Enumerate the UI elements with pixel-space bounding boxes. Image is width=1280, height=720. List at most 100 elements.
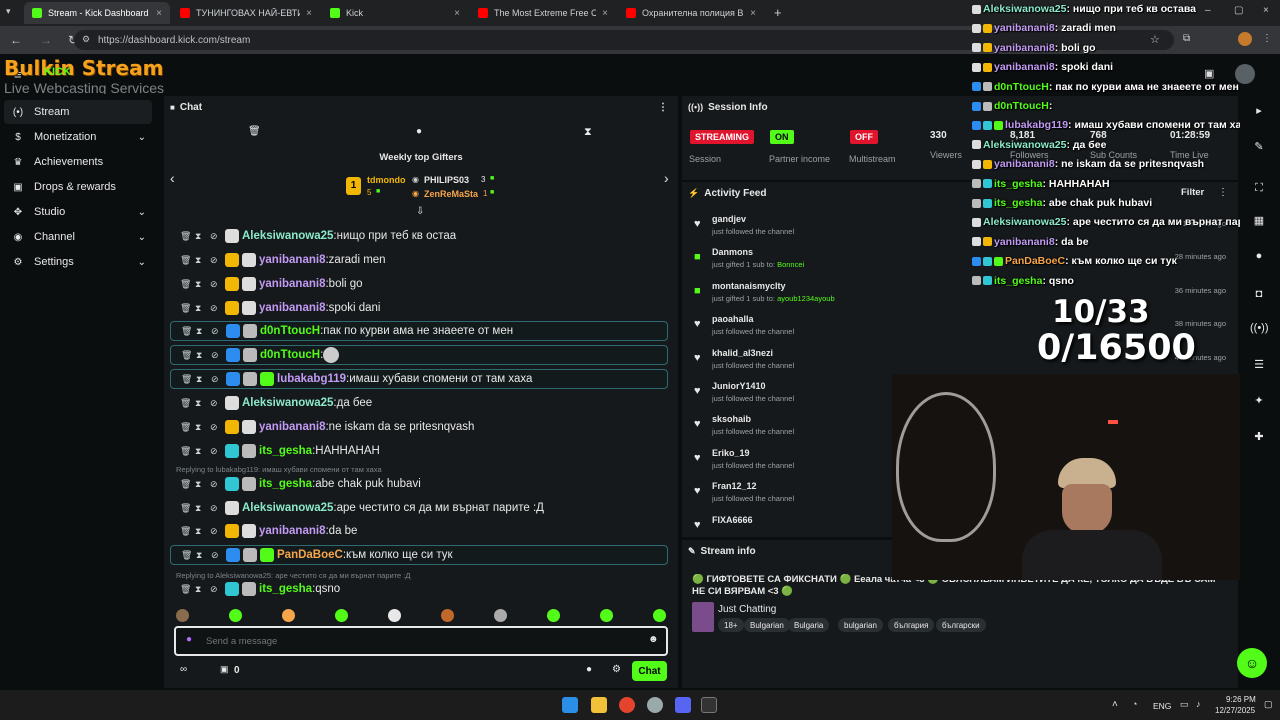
wifi-icon[interactable]: ◔ [1132,699,1137,709]
site-info-icon[interactable]: ⚙ [82,34,90,45]
chevron-down-icon[interactable]: ⌄ [138,132,146,143]
trash-icon[interactable]: 🗑 [180,503,195,514]
ban-icon[interactable]: ⊘ [210,446,225,457]
emote-icon[interactable] [494,609,507,622]
language-indicator[interactable]: ENG [1153,701,1171,711]
extensions-icon[interactable]: ⧉ [1183,33,1190,44]
chat-username[interactable]: Aleksiwanowa25 [242,502,333,514]
emoji-icon[interactable]: ☻ [648,634,659,645]
ban-icon[interactable]: ⊘ [210,279,225,290]
sidebar-item-drops-rewards[interactable]: ▣ Drops & rewards [4,175,152,199]
chevron-down-icon[interactable]: ⌄ [138,257,146,268]
trash-icon[interactable]: 🗑 [181,350,196,361]
sidebar-item-stream[interactable]: (•) Stream [4,100,152,124]
chat-username[interactable]: d0nTtoucH [260,325,320,337]
browser-tab[interactable]: Охранителна полиция В РУ | × [618,2,764,24]
stream-tag[interactable]: bulgarian [838,618,883,632]
layout-icon[interactable]: ▦ [1250,214,1268,232]
trash-icon[interactable]: 🗑 [180,279,195,290]
chat-username[interactable]: lubakabg119 [277,373,346,385]
activity-user[interactable]: montanaismyclty [712,281,786,291]
hourglass-icon[interactable]: ⧗ [584,126,592,139]
chat-username[interactable]: yanibanani8 [259,421,325,433]
activity-target[interactable]: ayoub1234ayoub [777,294,835,303]
trash-icon[interactable]: 🗑 [181,374,196,385]
edit-icon[interactable]: ✎ [1250,140,1268,158]
ban-icon[interactable]: ⊘ [211,550,226,561]
chat-send-button[interactable]: Chat [632,661,667,681]
timeout-icon[interactable]: ⧗ [196,550,211,561]
chevron-down-icon[interactable]: ⌄ [138,232,146,243]
clock-time[interactable]: 9:26 PM [1226,695,1256,704]
timeout-icon[interactable]: ⧗ [195,398,210,409]
ban-icon[interactable]: ⊘ [210,398,225,409]
list-icon[interactable]: ☰ [1250,358,1268,376]
activity-target[interactable]: Bonncei [777,260,804,269]
chat-username[interactable]: yanibanani8 [259,278,325,290]
tab-close-icon[interactable]: × [602,8,608,19]
timeout-icon[interactable]: ⧗ [195,446,210,457]
trash-icon[interactable]: 🗑 [180,584,195,595]
bookmark-star-icon[interactable]: ☆ [1150,33,1160,46]
timeout-icon[interactable]: ⧗ [195,479,210,490]
sidebar-item-settings[interactable]: ⚙ Settings ⌄ [4,250,152,274]
ban-icon[interactable]: ⊘ [210,479,225,490]
wrench-icon[interactable]: ✦ [1250,394,1268,412]
emote-icon[interactable] [653,609,666,622]
volume-icon[interactable]: ♪ [1196,699,1201,709]
camera-icon[interactable]: ▣ [1204,67,1214,80]
back-icon[interactable]: ← [10,33,22,47]
new-tab-button[interactable]: + [774,5,782,20]
trash-icon[interactable]: 🗑 [180,422,195,433]
activity-user[interactable]: gandjev [712,214,746,224]
app-icon[interactable] [647,697,663,713]
activity-user[interactable]: Eriko_19 [712,448,750,458]
browser-tab[interactable]: Kick × [322,2,468,24]
trash-icon[interactable]: 🗑 [180,398,195,409]
sidebar-item-achievements[interactable]: ♛ Achievements [4,150,152,174]
emote-icon[interactable] [335,609,348,622]
emote-icon[interactable] [600,609,613,622]
chat-username[interactable]: yanibanani8 [259,525,325,537]
tab-close-icon[interactable]: × [750,8,756,19]
ban-icon[interactable]: ⊘ [211,326,226,337]
notification-icon[interactable]: ▢ [1264,699,1273,710]
browser-menu-icon[interactable]: ⋮ [1262,33,1272,44]
trash-icon[interactable]: 🗑 [180,231,195,242]
trash-icon[interactable]: 🗑 [180,255,195,266]
close-window-icon[interactable]: × [1263,5,1269,16]
chat-username[interactable]: Aleksiwanowa25 [242,230,333,242]
chat-input[interactable] [206,633,626,649]
timeout-icon[interactable]: ⧗ [195,503,210,514]
chat-username[interactable]: yanibanani8 [259,302,325,314]
browser-tab[interactable]: ТУНИНГОВАХ НАЙ-ЕВТИНИЯ × [172,2,320,24]
chat-username[interactable]: Aleksiwanowa25 [242,397,333,409]
windows-start-icon[interactable] [562,697,578,713]
activity-user[interactable]: Danmons [712,247,753,257]
gifters-next-icon[interactable]: › [664,170,669,186]
chat-settings-gear-icon[interactable]: ⚙ [612,664,621,675]
tab-close-icon[interactable]: × [306,8,312,19]
timeout-icon[interactable]: ⧗ [196,374,211,385]
discord-icon[interactable] [675,697,691,713]
forward-icon[interactable]: → [40,33,52,47]
profile-avatar[interactable] [1238,32,1252,46]
timeout-icon[interactable]: ⧗ [195,526,210,537]
emote-icon[interactable] [282,609,295,622]
sidebar-item-studio[interactable]: ✥ Studio ⌄ [4,200,152,224]
trash-icon[interactable]: 🗑 [180,303,195,314]
ban-icon[interactable]: ⊘ [210,503,225,514]
activity-user[interactable]: paoahalla [712,314,754,324]
chat-username[interactable]: its_gesha [259,583,312,595]
tab-close-icon[interactable]: × [454,8,460,19]
activity-filter-button[interactable]: Filter [1181,187,1204,198]
gifters-prev-icon[interactable]: ‹ [170,170,175,186]
chat-username[interactable]: yanibanani8 [259,254,325,266]
activity-user[interactable]: sksohaib [712,414,751,424]
expand-icon[interactable]: ▸ [1250,104,1268,122]
emote-icon[interactable] [441,609,454,622]
chat-username[interactable]: its_gesha [259,478,312,490]
stream-tag[interactable]: българия [888,618,935,632]
sidebar-item-monetization[interactable]: $ Monetization ⌄ [4,125,152,149]
timeout-icon[interactable]: ⧗ [195,422,210,433]
